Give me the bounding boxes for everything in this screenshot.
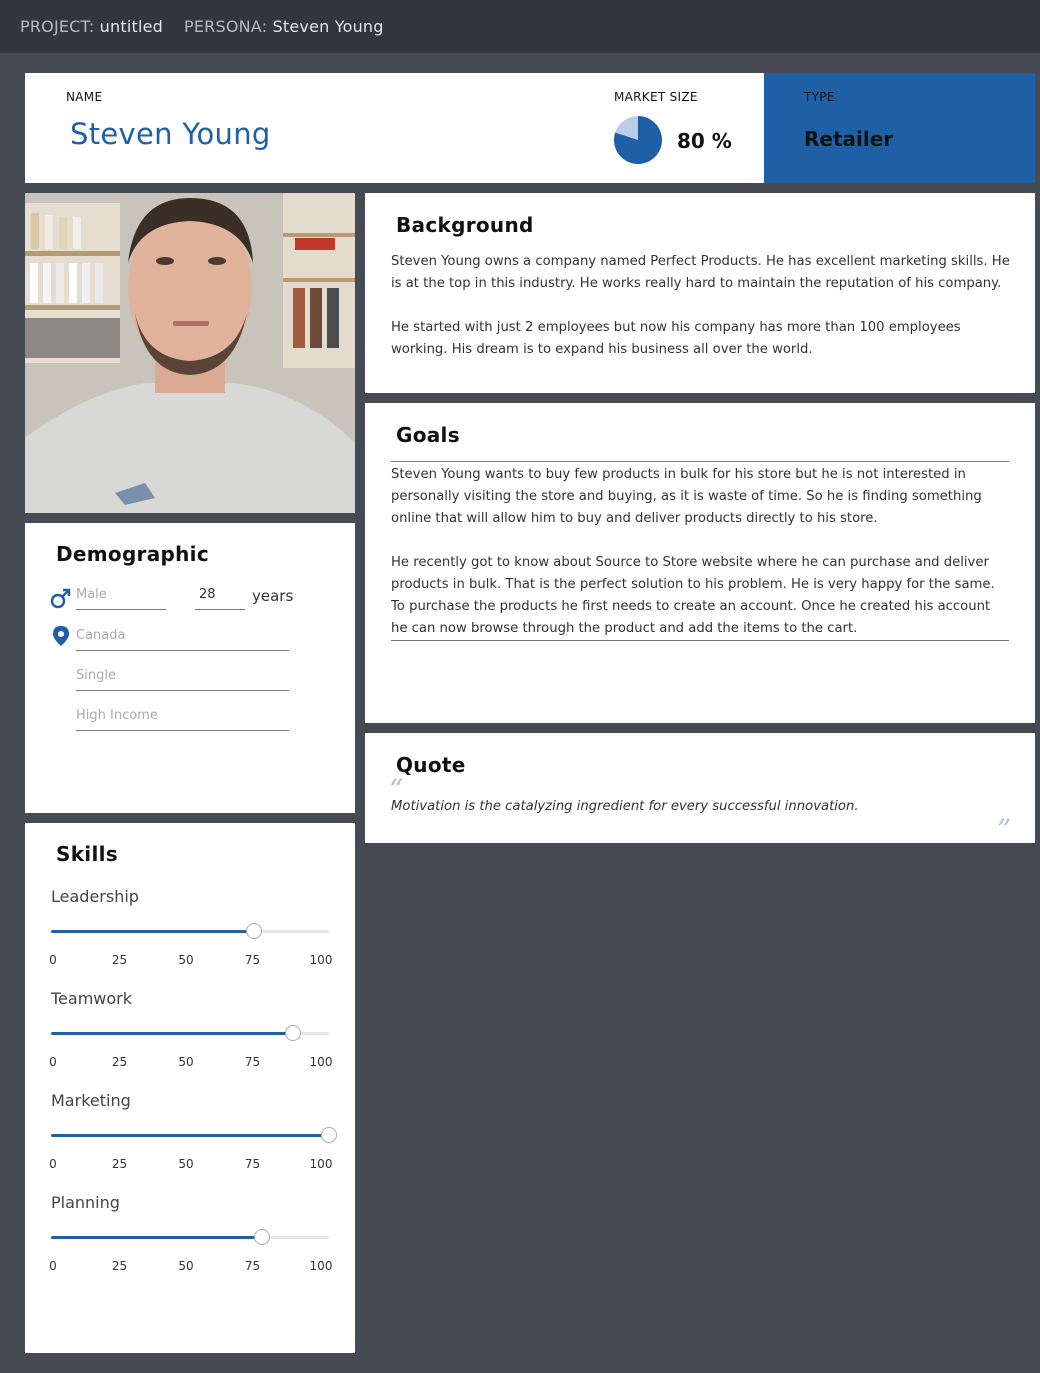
- location-pin-icon: [53, 626, 69, 646]
- tick-label: 0: [49, 953, 57, 967]
- skill-slider-handle[interactable]: [245, 923, 262, 939]
- project-info: PROJECT: untitled: [20, 17, 163, 36]
- persona-name[interactable]: Steven Young: [273, 17, 384, 36]
- skill-slider-ticks: 0 25 50 75 100: [49, 953, 333, 969]
- market-size-label: MARKET SIZE: [614, 90, 698, 104]
- tick-label: 50: [178, 1157, 194, 1171]
- tick-label: 100: [309, 1157, 333, 1171]
- background-title: Background: [396, 213, 534, 237]
- location-value: Canada: [76, 628, 126, 643]
- skill-label-marketing: Marketing: [51, 1091, 131, 1110]
- relationship-status-field[interactable]: Single: [76, 668, 289, 691]
- tick-label: 75: [244, 1259, 261, 1273]
- goals-text-area[interactable]: Steven Young wants to buy few products i…: [391, 461, 1009, 641]
- goals-title: Goals: [396, 423, 460, 447]
- project-label: PROJECT:: [20, 17, 95, 36]
- top-bar: PROJECT: untitled PERSONA: Steven Young: [0, 0, 1040, 53]
- name-label: NAME: [66, 90, 103, 104]
- type-panel[interactable]: TYPE Retailer: [764, 73, 1035, 183]
- tick-label: 75: [244, 1055, 261, 1069]
- background-paragraph-2[interactable]: He started with just 2 employees but now…: [391, 317, 1011, 361]
- tick-label: 75: [244, 953, 261, 967]
- skill-slider-handle[interactable]: [321, 1127, 337, 1143]
- skills-card: Skills Leadership 0 25 50 75 100 Teamwork 0 25 50…: [25, 823, 355, 1353]
- project-name[interactable]: untitled: [100, 17, 163, 36]
- tick-label: 0: [49, 1259, 57, 1273]
- skill-slider-marketing[interactable]: [51, 1127, 337, 1143]
- market-size-value: 80 %: [677, 129, 732, 153]
- persona-photo[interactable]: [25, 193, 355, 513]
- tick-label: 50: [178, 1259, 194, 1273]
- income-field[interactable]: High Income: [76, 708, 289, 731]
- type-label: TYPE: [804, 90, 835, 104]
- relationship-status-value: Single: [76, 668, 116, 683]
- skill-label-teamwork: Teamwork: [51, 989, 133, 1008]
- skill-slider-teamwork[interactable]: [51, 1025, 329, 1041]
- goals-paragraph-1: Steven Young wants to buy few products i…: [391, 467, 982, 526]
- goals-card: Goals Steven Young wants to buy few prod…: [365, 403, 1035, 723]
- location-field[interactable]: Canada: [76, 628, 289, 651]
- quote-text[interactable]: Motivation is the catalyzing ingredient …: [391, 796, 1011, 818]
- tick-label: 75: [244, 1157, 261, 1171]
- tick-label: 0: [49, 1055, 57, 1069]
- skill-slider-fill: [51, 1236, 263, 1239]
- skill-slider-handle[interactable]: [254, 1229, 271, 1245]
- close-quote-icon: ”: [997, 813, 1012, 846]
- age-unit-label: years: [252, 587, 294, 605]
- tick-label: 25: [111, 953, 128, 967]
- tick-label: 100: [309, 953, 333, 967]
- goals-paragraph-3: To purchase the products he first needs …: [391, 599, 991, 636]
- persona-portrait-image: [25, 193, 355, 513]
- skill-slider-ticks: 0 25 50 75 100: [49, 1157, 333, 1173]
- quote-title: Quote: [396, 753, 466, 777]
- tick-label: 25: [111, 1157, 128, 1171]
- skills-title: Skills: [56, 842, 118, 866]
- persona-label: PERSONA:: [184, 17, 268, 36]
- skill-label-leadership: Leadership: [51, 887, 139, 906]
- gender-male-icon: [50, 588, 71, 609]
- skill-slider-fill: [51, 1134, 329, 1137]
- tick-label: 25: [111, 1259, 128, 1273]
- quote-card: Quote “ Motivation is the catalyzing ing…: [365, 733, 1035, 846]
- age-field[interactable]: 28: [195, 587, 245, 610]
- skill-slider-ticks: 0 25 50 75 100: [49, 1259, 333, 1275]
- market-size-pie-chart: [614, 116, 662, 164]
- skill-slider-fill: [51, 1032, 293, 1035]
- age-value: 28: [199, 587, 216, 602]
- background-paragraph-1[interactable]: Steven Young owns a company named Perfec…: [391, 251, 1011, 295]
- skill-slider-leadership[interactable]: [51, 923, 329, 939]
- persona-info: PERSONA: Steven Young: [184, 17, 384, 36]
- skill-slider-ticks: 0 25 50 75 100: [49, 1055, 333, 1071]
- skill-slider-handle[interactable]: [284, 1025, 301, 1041]
- tick-label: 50: [178, 1055, 194, 1069]
- goals-paragraph-2: He recently got to know about Source to …: [391, 555, 995, 592]
- demographic-title: Demographic: [56, 542, 209, 566]
- tick-label: 25: [111, 1055, 128, 1069]
- demographic-card: Demographic Male 28 years Canada Single …: [25, 523, 355, 813]
- background-card: Background Steven Young owns a company n…: [365, 193, 1035, 393]
- skill-slider-fill: [51, 930, 254, 933]
- tick-label: 100: [309, 1055, 333, 1069]
- gender-value: Male: [76, 587, 107, 602]
- income-value: High Income: [76, 708, 158, 723]
- tick-label: 100: [309, 1259, 333, 1273]
- skill-label-planning: Planning: [51, 1193, 120, 1212]
- type-value: Retailer: [804, 127, 894, 151]
- tick-label: 0: [49, 1157, 57, 1171]
- tick-label: 50: [178, 953, 194, 967]
- persona-header-card: NAME Steven Young MARKET SIZE 80 % TYPE …: [25, 73, 1035, 183]
- gender-field[interactable]: Male: [76, 587, 166, 610]
- persona-name-value[interactable]: Steven Young: [70, 117, 271, 151]
- skill-slider-planning[interactable]: [51, 1229, 329, 1245]
